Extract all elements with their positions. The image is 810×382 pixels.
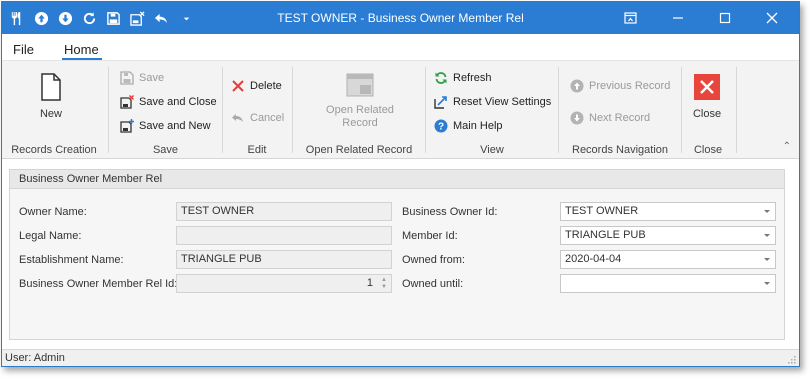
undo-arrow-icon <box>232 114 243 122</box>
form-area: Business Owner Member Rel Owner Name: TE… <box>2 159 799 349</box>
dropdown-arrow-icon[interactable] <box>764 210 770 213</box>
establishment-name-label: Establishment Name: <box>19 254 124 266</box>
member-id-value: TRIANGLE PUB <box>565 229 646 241</box>
save-new-icon <box>120 119 134 133</box>
owned-until-date[interactable] <box>560 274 776 293</box>
arrow-up-icon <box>570 79 584 93</box>
main-help-button[interactable]: ? Main Help <box>434 117 503 135</box>
next-record-button[interactable]: Next Record <box>570 109 650 127</box>
ribbon-divider <box>736 67 737 153</box>
owned-from-value: 2020-04-04 <box>565 253 622 265</box>
ribbon-divider <box>425 67 426 153</box>
group-label-view: View <box>480 144 504 156</box>
window-close-button[interactable] <box>760 8 784 28</box>
cancel-button[interactable]: Cancel <box>231 109 284 127</box>
owned-until-label: Owned until: <box>402 278 464 290</box>
close-record-button[interactable]: Close <box>691 73 723 120</box>
group-label-edit: Edit <box>247 144 267 156</box>
ribbon-divider <box>108 67 109 153</box>
new-button[interactable]: New <box>36 73 66 120</box>
refresh-button[interactable]: Refresh <box>434 69 492 87</box>
save-icon <box>120 71 134 85</box>
save-close-icon <box>120 95 134 109</box>
delete-button[interactable]: Delete <box>231 77 282 95</box>
help-icon: ? <box>434 119 448 133</box>
form-panel: Business Owner Member Rel Owner Name: TE… <box>9 169 785 340</box>
previous-record-button[interactable]: Previous Record <box>570 77 670 95</box>
new-document-icon <box>41 73 61 101</box>
establishment-name-field[interactable]: TRIANGLE PUB <box>176 250 392 269</box>
member-id-select[interactable]: TRIANGLE PUB <box>560 226 776 245</box>
business-owner-id-select[interactable]: TEST OWNER <box>560 202 776 221</box>
owner-name-field[interactable]: TEST OWNER <box>176 202 392 221</box>
group-label-open-related: Open Related Record <box>305 144 413 156</box>
dropdown-arrow-icon[interactable] <box>764 282 770 285</box>
close-label: Close <box>692 108 722 120</box>
maximize-button[interactable] <box>713 8 737 28</box>
refresh-icon <box>435 72 447 84</box>
business-owner-id-label: Business Owner Id: <box>402 206 498 218</box>
legal-name-label: Legal Name: <box>19 230 82 242</box>
open-related-record-button[interactable]: Open Related Record <box>320 73 400 130</box>
owned-from-label: Owned from: <box>402 254 465 266</box>
save-and-new-button[interactable]: Save and New <box>120 117 211 135</box>
status-user: User: Admin <box>5 352 65 364</box>
group-label-records-creation: Records Creation <box>11 144 97 156</box>
rel-id-spinner[interactable]: 1 ▲ ▼ <box>176 274 392 293</box>
close-icon <box>694 74 720 100</box>
legal-name-field[interactable] <box>176 226 392 245</box>
open-related-label-line2: Record <box>342 117 378 129</box>
save-button[interactable]: Save <box>120 69 164 87</box>
ribbon-divider <box>222 67 223 153</box>
rel-id-value: 1 <box>366 277 373 289</box>
delete-x-icon <box>232 80 244 92</box>
owned-from-date[interactable]: 2020-04-04 <box>560 250 776 269</box>
open-related-icon <box>346 73 374 97</box>
svg-text:?: ? <box>438 122 444 133</box>
application-window: TEST OWNER - Business Owner Member Rel F… <box>1 1 800 367</box>
arrow-down-icon <box>570 111 584 125</box>
open-related-label-line1: Open Related <box>326 104 394 116</box>
menu-file[interactable]: File <box>13 42 34 57</box>
restore-layout-icon[interactable] <box>618 8 642 28</box>
dropdown-arrow-icon[interactable] <box>764 234 770 237</box>
save-and-close-button[interactable]: Save and Close <box>120 93 217 111</box>
ribbon-divider <box>558 67 559 153</box>
member-id-label: Member Id: <box>402 230 458 242</box>
title-bar: TEST OWNER - Business Owner Member Rel <box>2 2 799 34</box>
panel-header: Business Owner Member Rel <box>10 170 784 189</box>
reset-view-icon <box>434 96 447 109</box>
group-label-close: Close <box>693 144 723 156</box>
resize-grip-icon[interactable] <box>787 355 796 364</box>
group-label-save: Save <box>152 144 179 156</box>
minimize-button[interactable] <box>666 8 690 28</box>
ribbon-divider <box>681 67 682 153</box>
spin-arrows-icon[interactable]: ▲ ▼ <box>379 277 389 291</box>
business-owner-id-value: TEST OWNER <box>565 205 639 217</box>
ribbon: New Records Creation Save Save and Close… <box>2 60 799 159</box>
menu-home[interactable]: Home <box>64 42 99 57</box>
new-label: New <box>39 108 62 120</box>
owner-name-label: Owner Name: <box>19 206 87 218</box>
group-label-records-navigation: Records Navigation <box>572 144 668 156</box>
status-bar: User: Admin <box>2 349 799 366</box>
dropdown-arrow-icon[interactable] <box>764 258 770 261</box>
ribbon-divider <box>292 67 293 153</box>
rel-id-label: Business Owner Member Rel Id: <box>19 278 178 290</box>
collapse-ribbon-icon[interactable]: ⌃ <box>783 141 791 152</box>
reset-view-settings-button[interactable]: Reset View Settings <box>434 93 551 111</box>
menu-bar: File Home <box>2 34 799 60</box>
